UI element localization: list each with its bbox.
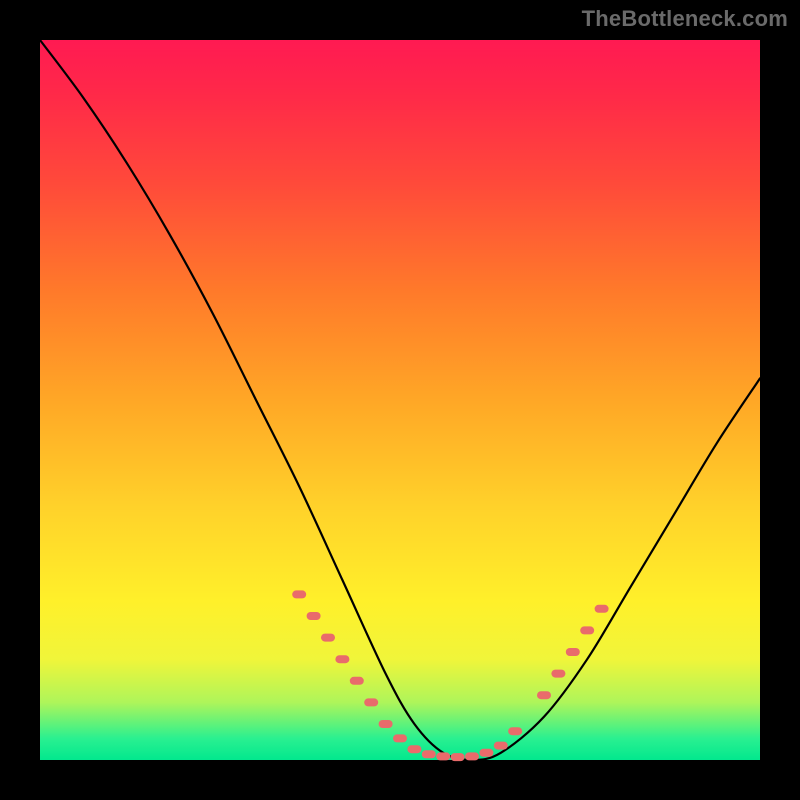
- curve-marker: [436, 752, 450, 760]
- curve-marker: [465, 752, 479, 760]
- curve-marker: [350, 677, 364, 685]
- curve-marker: [335, 655, 349, 663]
- curve-marker: [364, 698, 378, 706]
- curve-marker: [321, 634, 335, 642]
- watermark-text: TheBottleneck.com: [582, 6, 788, 32]
- bottleneck-curve: [40, 40, 760, 760]
- curve-marker: [580, 626, 594, 634]
- plot-area: [40, 40, 760, 760]
- curve-marker: [379, 720, 393, 728]
- curve-marker: [508, 727, 522, 735]
- chart-frame: TheBottleneck.com: [0, 0, 800, 800]
- curve-marker: [551, 670, 565, 678]
- curve-marker: [494, 742, 508, 750]
- curve-marker: [451, 753, 465, 761]
- curve-marker: [479, 749, 493, 757]
- curve-marker: [307, 612, 321, 620]
- curve-marker: [407, 745, 421, 753]
- curve-marker: [537, 691, 551, 699]
- curve-marker: [393, 734, 407, 742]
- curve-marker: [292, 590, 306, 598]
- curve-marker: [422, 750, 436, 758]
- curve-marker: [595, 605, 609, 613]
- curve-marker: [566, 648, 580, 656]
- chart-svg: [40, 40, 760, 760]
- marker-group: [292, 590, 608, 761]
